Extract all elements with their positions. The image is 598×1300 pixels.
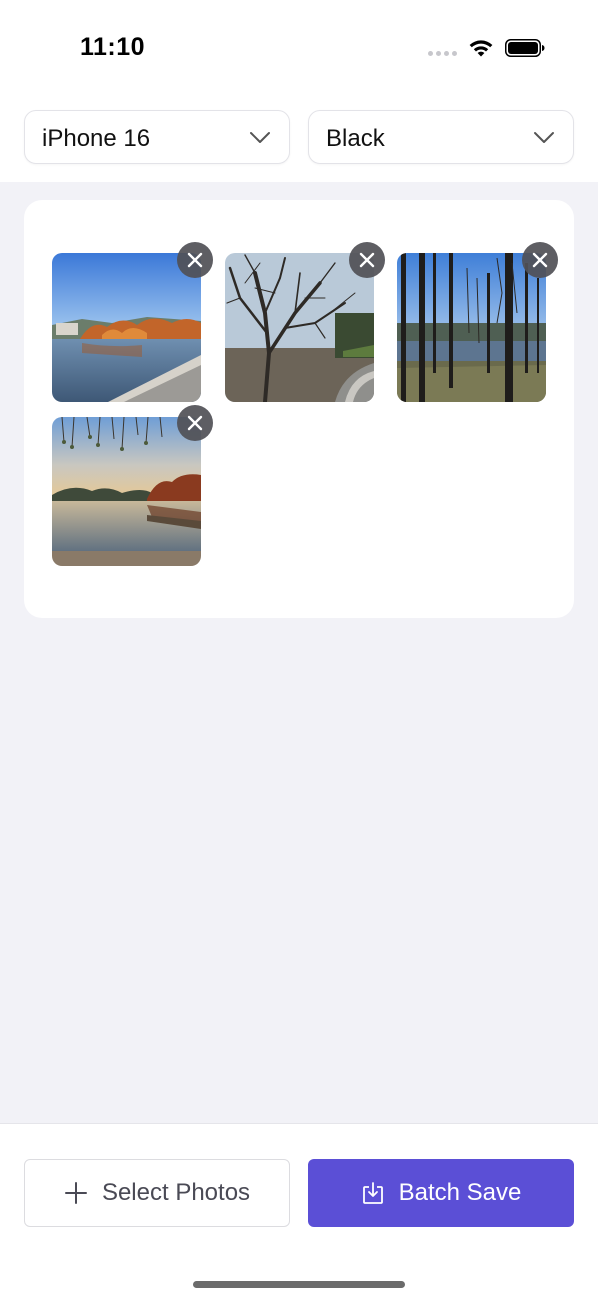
close-icon [532,252,548,268]
battery-icon [505,39,545,57]
photo-thumbnail[interactable] [397,253,546,402]
close-icon [187,252,203,268]
chevron-down-icon [250,132,270,143]
frame-color-value: Black [326,125,385,152]
photo-grid-card [24,200,574,618]
status-bar: 11:10 [0,0,598,96]
wifi-icon [469,40,493,57]
tall-trees-lake-photo [397,253,546,402]
frame-color-dropdown[interactable]: Black [308,110,574,164]
close-icon [359,252,375,268]
remove-photo-button[interactable] [177,405,213,441]
bare-tree-path-photo [225,253,374,402]
sunset-lake-willow-photo [52,417,201,566]
select-photos-button[interactable]: Select Photos [24,1159,290,1227]
photo-thumbnail[interactable] [225,253,374,402]
chevron-down-icon [534,132,554,143]
plus-icon [64,1182,87,1204]
photo-thumbnail[interactable] [52,253,201,402]
download-tray-icon [362,1182,383,1204]
bottom-action-bar: Select Photos Batch Save [0,1123,598,1300]
batch-save-label: Batch Save [398,1179,522,1206]
lake-pier-autumn-photo [52,253,201,402]
batch-save-button[interactable]: Batch Save [308,1159,574,1227]
device-model-value: iPhone 16 [42,125,151,152]
remove-photo-button[interactable] [177,242,213,278]
close-icon [187,415,203,431]
app-screen: 11:10 iPhone 16 Black Select Photos Batc… [0,0,598,1300]
home-indicator[interactable] [193,1281,405,1288]
photo-thumbnail[interactable] [52,417,201,566]
cellular-dots-icon [428,51,457,56]
device-model-dropdown[interactable]: iPhone 16 [24,110,290,164]
selector-bar: iPhone 16 Black [0,96,598,182]
select-photos-label: Select Photos [101,1179,251,1206]
remove-photo-button[interactable] [349,242,385,278]
status-time: 11:10 [80,33,146,61]
remove-photo-button[interactable] [522,242,558,278]
